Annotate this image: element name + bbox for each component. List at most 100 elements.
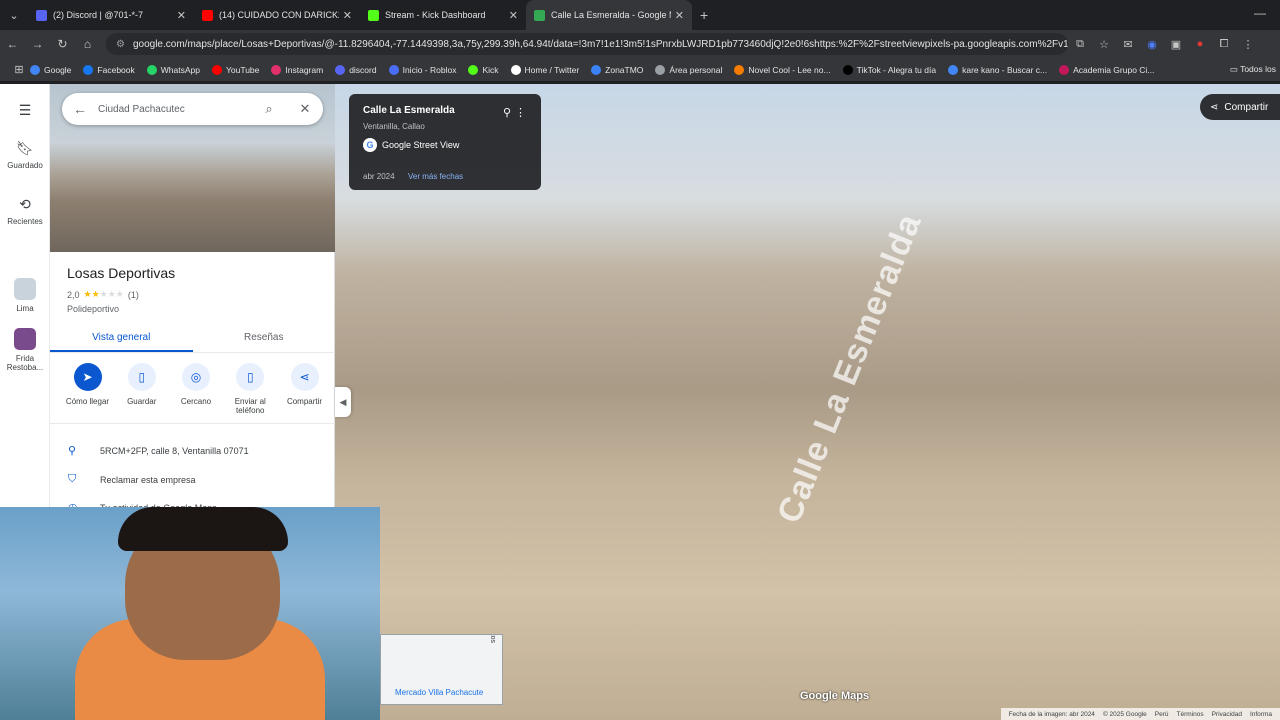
extension-icon[interactable]: ▣ [1164,38,1188,51]
share-icon: ⋖ [290,363,319,391]
reload-icon[interactable]: ↻ [50,37,75,51]
phone-icon: ▯ [236,363,265,391]
tab-kick[interactable]: Stream - Kick Dashboard ✕ [360,0,526,30]
bookmark-instagram[interactable]: Instagram [271,64,323,75]
tab-google-maps[interactable]: Calle La Esmeralda - Google M ✕ [526,0,692,30]
more-dates-link[interactable]: Ver más fechas [408,172,463,181]
bookmark-star-icon[interactable]: ☆ [1092,38,1116,51]
divider [50,423,335,424]
instagram-icon [271,64,282,75]
more-options-icon[interactable]: ⋮ [515,106,526,119]
bookmark-discord[interactable]: discord [335,64,377,75]
bookmark-kare-kano[interactable]: kare kano - Buscar c... [948,64,1047,75]
x-icon [510,64,521,75]
install-app-icon[interactable]: ⧉ [1068,38,1092,51]
bookmark-roblox[interactable]: Inicio - Roblox [388,64,456,75]
menu-button[interactable]: ☰ [0,102,50,123]
rating-value: 2,0 [67,289,80,300]
whatsapp-icon [146,64,157,75]
webcam-overlay [0,507,380,720]
academia-icon [1059,64,1070,75]
bookmark-youtube[interactable]: YouTube [211,64,259,75]
discord-icon [335,64,346,75]
mini-map[interactable]: quitectos Mercado Villa Pachacute [380,634,503,705]
youtube-icon [211,64,222,75]
tab-label: (14) CUIDADO CON DARICK28 [219,10,339,20]
new-tab-icon[interactable]: + [700,7,708,23]
home-icon[interactable]: ⌂ [75,37,100,51]
collapse-panel-button[interactable]: ◀ [335,387,351,417]
webcam-person-hair [118,507,288,551]
zonatmo-icon [591,64,602,75]
recent-lima[interactable]: Lima [0,278,50,313]
shield-check-icon: ⛉ [68,473,77,485]
place-category[interactable]: Polideportivo [67,304,119,314]
send-to-phone-button[interactable]: ▯ Enviar al teléfono [225,363,276,415]
tab-discord[interactable]: (2) Discord | @701-*-7 ✕ [28,0,194,30]
bookmark-icon: 🔖︎ [16,140,34,156]
site-info-icon[interactable]: ⚙ [116,39,125,50]
close-icon[interactable]: ✕ [675,9,684,22]
bookmark-area-personal[interactable]: Área personal [655,64,722,75]
directions-button[interactable]: ➤ Cómo llegar [62,363,113,415]
extension-icon[interactable]: ● [1188,38,1212,50]
share-button[interactable]: ⋖ Compartir [279,363,330,415]
claim-business-row[interactable]: ⛉ Reclamar esta empresa [68,473,330,486]
tab-label: Stream - Kick Dashboard [385,10,486,20]
saved-button[interactable]: 🔖︎ Guardado [0,140,50,170]
address-row[interactable]: ⚲ 5RCM+2FP, calle 8, Ventanilla 07071 [68,444,330,457]
report-link[interactable]: Informa [1250,711,1272,718]
directions-icon: ➤ [73,363,102,391]
privacy-link[interactable]: Privacidad [1212,711,1242,718]
search-icon[interactable]: ⌕ [251,101,287,117]
forward-icon[interactable]: → [25,37,50,51]
close-icon[interactable]: ✕ [509,9,518,22]
tab-youtube[interactable]: (14) CUIDADO CON DARICK28 ✕ [194,0,360,30]
location-pin-icon[interactable]: ⚲ [503,106,511,119]
extension-icon[interactable]: ✉ [1116,38,1140,51]
tab-label: (2) Discord | @701-*-7 [53,10,143,20]
recents-button[interactable]: ⟲ Recientes [0,196,50,226]
search-input[interactable]: Ciudad Pachacutec [98,104,251,115]
bookmark-whatsapp[interactable]: WhatsApp [146,64,200,75]
bookmark-novel-cool[interactable]: Novel Cool - Lee no... [734,64,831,75]
close-icon[interactable]: ✕ [343,9,352,22]
search-box[interactable]: ← Ciudad Pachacutec ⌕ ✕ [62,93,323,125]
tab-overview[interactable]: Vista general [50,325,193,352]
street-view-subtitle: Ventanilla, Callao [363,122,425,131]
terms-link[interactable]: Términos [1177,711,1204,718]
country-link[interactable]: Perú [1155,711,1169,718]
google-logo-icon: G [363,138,377,152]
apps-grid-icon[interactable]: ⊞ [8,63,30,76]
tab-reviews[interactable]: Reseñas [193,325,336,352]
back-icon[interactable]: ← [0,37,25,51]
bookmark-facebook[interactable]: Facebook [83,64,135,75]
street-view-panorama[interactable]: Calle La Esmeralda Ventanilla, Callao GG… [335,84,1280,720]
extension-icon[interactable]: ◉ [1140,38,1164,51]
bookmark-academia[interactable]: Academia Grupo Ci... [1059,64,1154,75]
extensions-puzzle-icon[interactable]: ⧠ [1212,38,1236,51]
all-bookmarks-folder[interactable]: ▭ Todos los [1230,64,1276,75]
back-arrow-icon[interactable]: ← [62,101,98,117]
nearby-button[interactable]: ◎ Cercano [171,363,222,415]
minimize-icon[interactable]: — [1254,6,1266,20]
bookmark-tiktok[interactable]: TikTok - Alegra tu día [842,64,936,75]
close-icon[interactable]: ✕ [177,9,186,22]
google-icon [948,64,959,75]
bookmark-twitter[interactable]: Home / Twitter [510,64,579,75]
close-icon[interactable]: ✕ [287,101,323,117]
bookmark-zonatmo[interactable]: ZonaTMO [591,64,643,75]
save-button[interactable]: ▯ Guardar [116,363,167,415]
recent-frida[interactable]: Frida Restoba... [0,328,50,372]
map-footer: Fecha de la imagen: abr 2024 © 2025 Goog… [1000,708,1280,720]
minimap-place-label[interactable]: Mercado Villa Pachacute [395,688,483,697]
roblox-icon [388,64,399,75]
bookmark-google[interactable]: Google [30,64,71,75]
review-count[interactable]: (1) [128,290,139,300]
share-button[interactable]: ⋖ Compartir [1200,94,1280,120]
tab-search-icon[interactable]: ⌄ [0,0,28,30]
menu-icon[interactable]: ⋮ [1236,38,1260,51]
facebook-icon [83,64,94,75]
bookmark-kick[interactable]: Kick [468,64,499,75]
url-input[interactable]: ⚙ google.com/maps/place/Losas+Deportivas… [106,33,1068,55]
